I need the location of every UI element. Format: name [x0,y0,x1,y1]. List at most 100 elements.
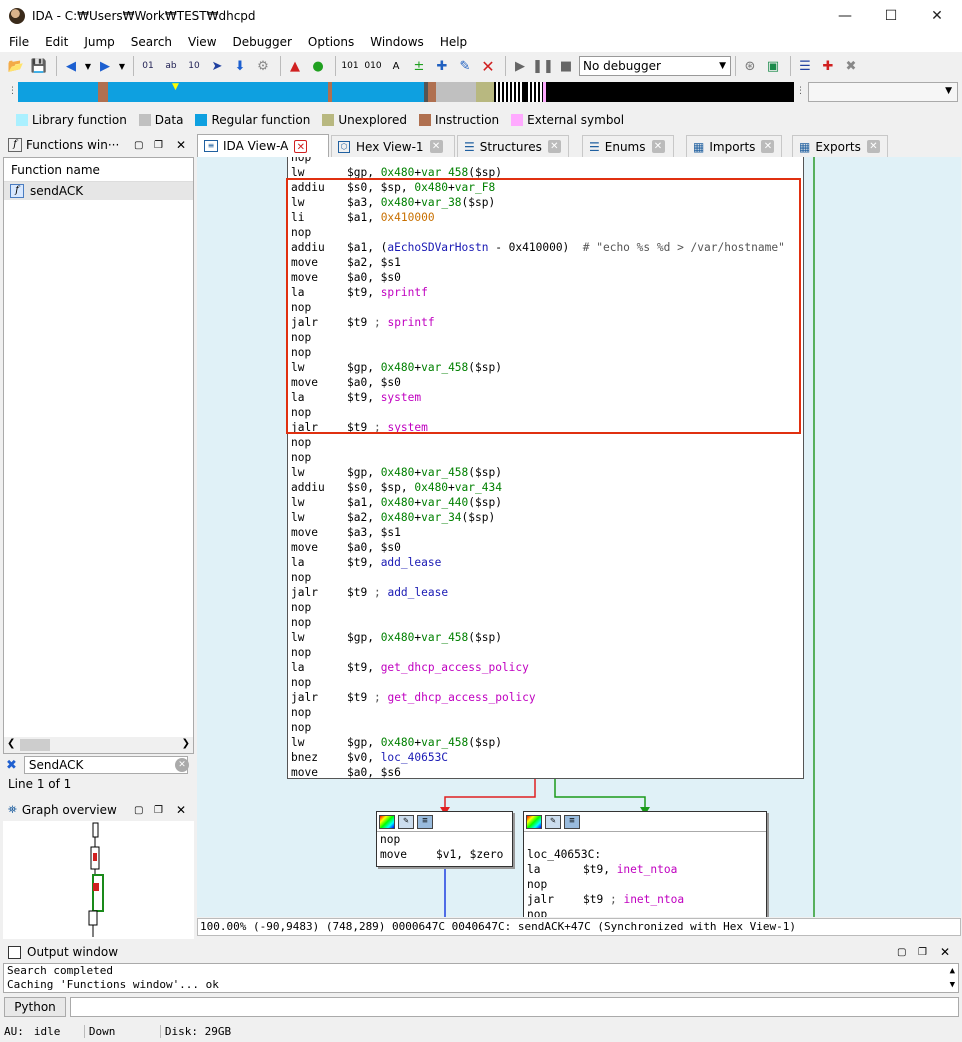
navigation-band-left-arrow[interactable]: ⋮ [8,86,17,96]
menu-options[interactable]: Options [299,35,361,49]
create-function-icon[interactable]: ✚ [432,56,452,76]
clear-search-icon[interactable]: ✕ [175,758,189,772]
clear-filter-icon[interactable]: ✖ [6,758,17,773]
close-tab-icon[interactable]: ✕ [547,140,561,153]
go-icon[interactable]: ● [308,56,328,76]
asm-line[interactable]: move $a0, $s0 [288,540,803,555]
asm-line[interactable]: nop [288,675,803,690]
asm-line[interactable]: lw $gp, 0x480+var_458($sp) [288,465,803,480]
pause-icon[interactable]: ❚❚ [532,56,554,76]
menu-edit[interactable]: Edit [36,35,75,49]
group-icon[interactable]: ≡ [417,814,433,829]
scroll-left-icon[interactable]: ❮ [7,738,15,749]
data-icon[interactable]: 010 [363,56,383,76]
text-search-icon[interactable]: ab [161,56,181,76]
menu-jump[interactable]: Jump [75,35,121,49]
scroll-right-icon[interactable]: ❯ [182,738,190,749]
menu-debugger[interactable]: Debugger [224,35,299,49]
graph-view[interactable]: nop lw $gp, 0x480+var_458($sp) addiu $s0, $s… [197,157,961,917]
asm-line[interactable]: nop [288,645,803,660]
undefine-icon[interactable]: ± [409,56,429,76]
asm-line[interactable]: move $a3, $s1 [288,525,803,540]
asm-line[interactable]: nop [288,720,803,735]
asm-line[interactable]: nop [524,877,766,892]
close-tab-icon[interactable]: ✕ [866,140,880,153]
asm-line[interactable]: nop [377,832,512,847]
tab-exports[interactable]: ▦ Exports ✕ [792,135,888,157]
asm-line[interactable]: jalr $t9 ; inet_ntoa [524,892,766,907]
menu-search[interactable]: Search [122,35,179,49]
minimize-button[interactable]: — [822,0,868,32]
close-tab-icon[interactable]: ✕ [294,139,308,153]
warning-icon[interactable]: ▲ [285,56,305,76]
function-name-header[interactable]: Function name [4,158,193,182]
output-log[interactable]: Search completed Caching 'Functions wind… [3,963,959,993]
delete-function-icon[interactable]: ✕ [478,56,498,76]
code-icon[interactable]: 101 [340,56,360,76]
cross-reference-icon[interactable]: ⚙ [253,56,273,76]
rename-icon[interactable]: ✎ [398,814,414,829]
tab-hex-view[interactable]: ⬡ Hex View-1 ✕ [331,135,455,157]
graph-overview-canvas[interactable] [3,821,194,939]
tab-enums[interactable]: ☰ Enums ✕ [582,135,674,157]
tab-imports[interactable]: ▦ Imports ✕ [686,135,782,157]
navigation-band-right-arrow[interactable]: ⋮ [796,86,805,96]
restore-icon[interactable]: ❐ [918,947,927,958]
immediate-search-icon[interactable]: 10 [184,56,204,76]
asm-line[interactable]: nop [288,615,803,630]
list-item[interactable]: f sendACK [4,182,193,200]
forward-icon[interactable]: ▶ [95,56,115,76]
asm-line[interactable]: lw $gp, 0x480+var_458($sp) [288,735,803,750]
asm-line[interactable]: nop [288,450,803,465]
string-icon[interactable]: A [386,56,406,76]
color-picker-icon[interactable] [526,814,542,829]
asm-line[interactable]: nop [524,907,766,917]
asm-line[interactable]: lw $a2, 0x480+var_34($sp) [288,510,803,525]
tab-ida-view-a[interactable]: ≡ IDA View-A ✕ [197,134,329,157]
rename-icon[interactable]: ✎ [545,814,561,829]
asm-line[interactable]: jalr $t9 ; get_dhcp_access_policy [288,690,803,705]
asm-line[interactable]: la $t9, inet_ntoa [524,862,766,877]
color-picker-icon[interactable] [379,814,395,829]
asm-line[interactable]: lw $gp, 0x480+var_458($sp) [288,630,803,645]
back-icon[interactable]: ◀ [61,56,81,76]
menu-view[interactable]: View [179,35,223,49]
group-icon[interactable]: ≡ [564,814,580,829]
tab-structures[interactable]: ☰ Structures ✕ [457,135,569,157]
float-icon[interactable]: ▢ [897,947,906,958]
asm-line[interactable]: nop [288,705,803,720]
python-command-input[interactable] [70,997,959,1017]
menu-windows[interactable]: Windows [361,35,431,49]
save-icon[interactable]: 💾 [29,56,49,76]
scroll-up-icon[interactable]: ▲ [950,964,955,978]
close-tab-icon[interactable]: ✕ [761,140,775,153]
debugger-select[interactable]: No debugger ▼ [579,56,731,76]
asm-line[interactable]: la $t9, add_lease [288,555,803,570]
menu-file[interactable]: File [0,35,36,49]
asm-line[interactable]: jalr $t9 ; add_lease [288,585,803,600]
close-panel-icon[interactable]: ✕ [176,803,186,817]
maximize-button[interactable]: ☐ [868,0,914,32]
close-button[interactable]: ✕ [914,0,960,32]
attach-icon[interactable]: ⊛ [740,56,760,76]
add-breakpoint-icon[interactable]: ✚ [818,56,838,76]
asm-line[interactable]: move $a0, $s6 [288,765,803,780]
asm-line[interactable]: addiu $s0, $sp, 0x480+var_434 [288,480,803,495]
close-tab-icon[interactable]: ✕ [429,140,443,153]
asm-line[interactable]: la $t9, get_dhcp_access_policy [288,660,803,675]
asm-line[interactable]: nop [288,435,803,450]
basic-block-right[interactable]: ✎ ≡ loc_40653C: la $t9, inet_ntoa nop jalr $… [523,811,767,917]
run-icon[interactable]: ▶ [510,56,530,76]
jump-icon[interactable]: ➤ [207,56,227,76]
navigation-band-select[interactable]: ▼ [808,82,958,102]
delete-breakpoint-icon[interactable]: ✖ [841,56,861,76]
asm-line[interactable]: nop [288,570,803,585]
function-search-input[interactable] [23,756,188,774]
down-arrow-icon[interactable]: ⬇ [230,56,250,76]
close-panel-icon[interactable]: ✕ [940,945,950,959]
menu-help[interactable]: Help [431,35,474,49]
basic-block-left[interactable]: ✎ ≡ nop move $v1, $zero [376,811,513,867]
navigation-band[interactable]: ▼ [18,82,794,102]
restore-icon[interactable]: ❐ [154,805,163,816]
asm-line[interactable]: lw $a1, 0x480+var_440($sp) [288,495,803,510]
